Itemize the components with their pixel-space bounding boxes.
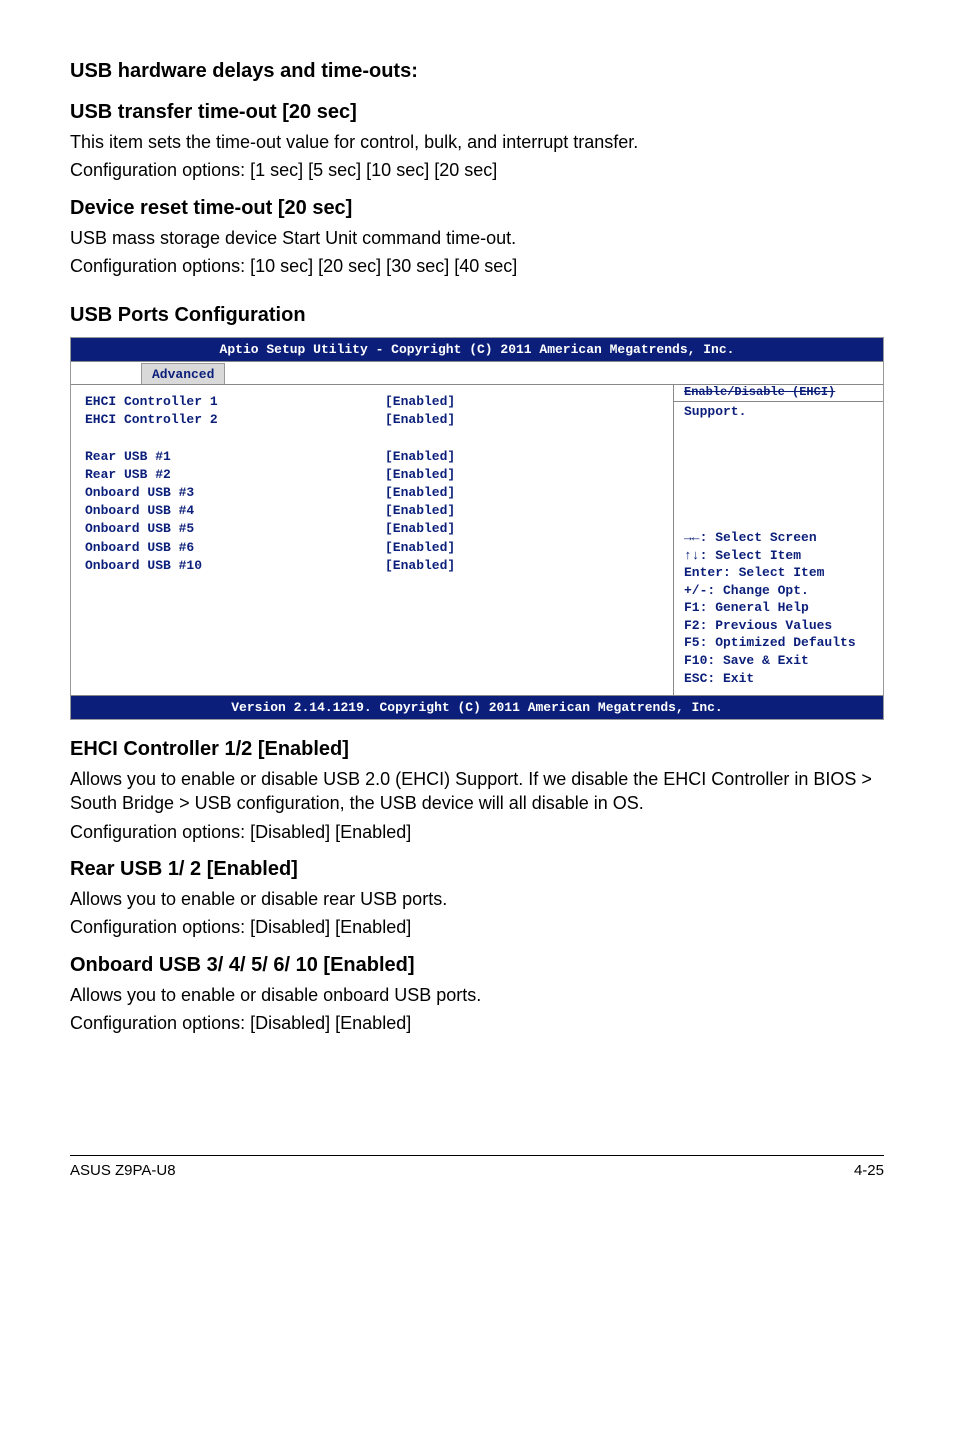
text-ehci-opts: Configuration options: [Disabled] [Enabl… <box>70 820 884 844</box>
bios-version: Version 2.14.1219. Copyright (C) 2011 Am… <box>71 695 883 719</box>
bios-item-label: EHCI Controller 1 <box>85 393 385 411</box>
bios-item-value: [Enabled] <box>385 411 659 429</box>
bios-title: Aptio Setup Utility - Copyright (C) 2011… <box>71 338 883 362</box>
bios-item-value: [Enabled] <box>385 557 659 575</box>
bios-row: Onboard USB #5 [Enabled] <box>85 520 659 538</box>
heading-ehci-controller: EHCI Controller 1/2 [Enabled] <box>70 738 884 761</box>
bios-key-line: F2: Previous Values <box>684 617 873 635</box>
text-usb-transfer-desc: This item sets the time-out value for co… <box>70 130 884 154</box>
bios-item-value: [Enabled] <box>385 466 659 484</box>
bios-row: Onboard USB #3 [Enabled] <box>85 484 659 502</box>
heading-usb-delays: USB hardware delays and time-outs: <box>70 60 884 83</box>
bios-key-line: Enter: Select Item <box>684 564 873 582</box>
heading-onboard-usb: Onboard USB 3/ 4/ 5/ 6/ 10 [Enabled] <box>70 954 884 977</box>
bios-right-pane: Enable/Disable (EHCI) Support. →←: Selec… <box>673 385 883 695</box>
bios-row: Rear USB #1 [Enabled] <box>85 448 659 466</box>
bios-row: Onboard USB #4 [Enabled] <box>85 502 659 520</box>
text-device-reset-opts: Configuration options: [10 sec] [20 sec]… <box>70 254 884 278</box>
bios-help-support: Support. <box>684 404 873 419</box>
bios-help-top: Enable/Disable (EHCI) <box>674 385 883 402</box>
bios-item-label: Rear USB #2 <box>85 466 385 484</box>
bios-item-value: [Enabled] <box>385 484 659 502</box>
text-rear-usb-desc: Allows you to enable or disable rear USB… <box>70 887 884 911</box>
bios-item-value: [Enabled] <box>385 539 659 557</box>
bios-row: Onboard USB #10 [Enabled] <box>85 557 659 575</box>
bios-item-value: [Enabled] <box>385 520 659 538</box>
text-onboard-usb-desc: Allows you to enable or disable onboard … <box>70 983 884 1007</box>
page-footer: ASUS Z9PA-U8 4-25 <box>70 1155 884 1179</box>
bios-screenshot: Aptio Setup Utility - Copyright (C) 2011… <box>70 337 884 720</box>
bios-key-line: →←: Select Screen <box>684 529 873 547</box>
bios-row: EHCI Controller 1 [Enabled] <box>85 393 659 411</box>
bios-key-line: ESC: Exit <box>684 670 873 688</box>
heading-device-reset-timeout: Device reset time-out [20 sec] <box>70 197 884 220</box>
bios-key-line: F10: Save & Exit <box>684 652 873 670</box>
bios-key-line: ↑↓: Select Item <box>684 547 873 565</box>
bios-item-value: [Enabled] <box>385 393 659 411</box>
text-onboard-usb-opts: Configuration options: [Disabled] [Enabl… <box>70 1011 884 1035</box>
bios-item-label: Onboard USB #3 <box>85 484 385 502</box>
bios-key-help: →←: Select Screen ↑↓: Select Item Enter:… <box>684 529 873 687</box>
bios-key-line: F1: General Help <box>684 599 873 617</box>
text-device-reset-desc: USB mass storage device Start Unit comma… <box>70 226 884 250</box>
bios-item-label: Onboard USB #10 <box>85 557 385 575</box>
bios-item-label: EHCI Controller 2 <box>85 411 385 429</box>
heading-usb-ports-config: USB Ports Configuration <box>70 304 884 327</box>
bios-item-label: Rear USB #1 <box>85 448 385 466</box>
bios-tab-advanced: Advanced <box>141 363 225 384</box>
footer-product: ASUS Z9PA-U8 <box>70 1162 176 1179</box>
text-ehci-desc: Allows you to enable or disable USB 2.0 … <box>70 767 884 816</box>
bios-row: EHCI Controller 2 [Enabled] <box>85 411 659 429</box>
bios-row: Onboard USB #6 [Enabled] <box>85 539 659 557</box>
heading-rear-usb: Rear USB 1/ 2 [Enabled] <box>70 858 884 881</box>
bios-item-label: Onboard USB #4 <box>85 502 385 520</box>
bios-item-value: [Enabled] <box>385 448 659 466</box>
bios-key-line: F5: Optimized Defaults <box>684 634 873 652</box>
heading-usb-transfer-timeout: USB transfer time-out [20 sec] <box>70 101 884 124</box>
bios-item-label: Onboard USB #6 <box>85 539 385 557</box>
bios-key-line: +/-: Change Opt. <box>684 582 873 600</box>
bios-row: Rear USB #2 [Enabled] <box>85 466 659 484</box>
text-rear-usb-opts: Configuration options: [Disabled] [Enabl… <box>70 915 884 939</box>
bios-item-label: Onboard USB #5 <box>85 520 385 538</box>
footer-page-number: 4-25 <box>854 1162 884 1179</box>
bios-body: EHCI Controller 1 [Enabled] EHCI Control… <box>71 384 883 695</box>
bios-left-pane: EHCI Controller 1 [Enabled] EHCI Control… <box>71 385 673 695</box>
text-usb-transfer-opts: Configuration options: [1 sec] [5 sec] [… <box>70 158 884 182</box>
bios-tab-row: Advanced <box>71 362 883 384</box>
bios-item-value: [Enabled] <box>385 502 659 520</box>
